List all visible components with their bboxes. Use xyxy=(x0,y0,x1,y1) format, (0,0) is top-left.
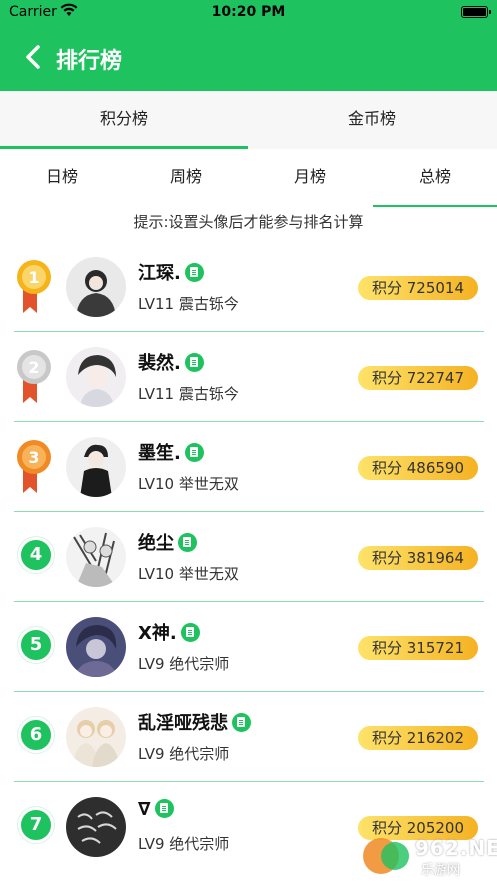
tab-daily[interactable]: 日榜 xyxy=(0,149,124,207)
note-icon xyxy=(184,443,204,462)
user-name: 墨笙. xyxy=(138,439,204,465)
tab-monthly[interactable]: 月榜 xyxy=(248,149,372,207)
avatar[interactable] xyxy=(66,347,126,407)
rank-number: 5 xyxy=(18,627,54,663)
watermark-text: 962.NET xyxy=(415,836,497,860)
nav-bar: 排行榜 xyxy=(0,26,497,91)
score-badge: 积分 486590 xyxy=(357,456,478,480)
list-item[interactable]: 3 墨笙. LV10 举世无双 积分 486590 xyxy=(14,423,484,512)
note-icon xyxy=(178,533,197,552)
hint-text: 提示:设置头像后才能参与排名计算 xyxy=(133,213,364,231)
user-level: LV11 震古铄今 xyxy=(138,295,239,313)
tab-total[interactable]: 总榜 xyxy=(373,149,497,207)
note-icon xyxy=(184,353,204,372)
note-icon xyxy=(180,623,200,642)
gold-medal-icon: 1 xyxy=(17,260,51,313)
user-name: X神. xyxy=(138,619,200,645)
avatar[interactable] xyxy=(66,437,126,497)
user-name: ∇ xyxy=(138,799,174,820)
avatar[interactable] xyxy=(66,707,126,767)
user-name: 裴然. xyxy=(138,349,204,375)
watermark-subtext: 乐游网 xyxy=(421,863,461,878)
list-item[interactable]: 5 X神. LV9 绝代宗师 积分 315721 xyxy=(14,603,484,692)
note-icon xyxy=(232,713,251,732)
watermark-logo: 962.NET 乐游网 xyxy=(359,835,497,878)
list-item[interactable]: 2 裴然. LV11 震古铄今 积分 722747 xyxy=(14,333,484,422)
status-time: 10:20 PM xyxy=(211,4,286,20)
note-icon xyxy=(184,263,204,282)
svg-text:3: 3 xyxy=(28,448,39,467)
rank-number: 4 xyxy=(18,537,54,573)
tab-points[interactable]: 积分榜 xyxy=(0,91,248,149)
avatar[interactable] xyxy=(66,797,126,857)
avatar[interactable] xyxy=(66,527,126,587)
status-bar: Carrier 10:20 PM xyxy=(0,0,497,26)
score-badge: 积分 722747 xyxy=(357,366,478,390)
period-tabs: 日榜 周榜 月榜 总榜 xyxy=(0,149,497,207)
bronze-medal-icon: 3 xyxy=(17,440,51,493)
user-name: 绝尘 xyxy=(138,529,197,555)
user-level: LV9 绝代宗师 xyxy=(138,745,230,763)
note-icon xyxy=(154,799,174,818)
user-level: LV9 绝代宗师 xyxy=(138,835,230,853)
rank-number: 6 xyxy=(18,717,54,753)
user-level: LV11 震古铄今 xyxy=(138,385,239,403)
back-arrow-icon[interactable] xyxy=(22,44,44,70)
score-badge: 积分 315721 xyxy=(357,636,478,660)
user-name: 江琛. xyxy=(138,259,204,285)
svg-text:2: 2 xyxy=(28,358,39,377)
list-item[interactable]: 6 乱淫哑残悲 LV9 绝代宗师 积分 216202 xyxy=(14,693,484,782)
rank-number: 7 xyxy=(18,807,54,843)
user-name: 乱淫哑残悲 xyxy=(138,709,251,735)
avatar[interactable] xyxy=(66,257,126,317)
score-badge: 积分 725014 xyxy=(357,276,478,300)
battery-icon xyxy=(461,6,491,18)
page-title: 排行榜 xyxy=(56,49,123,74)
tab-coins[interactable]: 金币榜 xyxy=(248,91,496,149)
avatar[interactable] xyxy=(66,617,126,677)
user-level: LV10 举世无双 xyxy=(138,475,239,493)
tab-weekly[interactable]: 周榜 xyxy=(124,149,248,207)
score-badge: 积分 216202 xyxy=(357,726,478,750)
user-level: LV10 举世无双 xyxy=(138,565,239,583)
score-badge: 积分 381964 xyxy=(357,546,478,570)
user-level: LV9 绝代宗师 xyxy=(138,655,230,673)
list-item[interactable]: 4 绝尘 LV10 举世无双 积分 381964 xyxy=(14,513,484,602)
svg-text:1: 1 xyxy=(28,268,39,287)
list-item[interactable]: 1 江琛. LV11 震古铄今 积分 725014 xyxy=(14,243,484,332)
watermark-icon xyxy=(363,838,409,874)
silver-medal-icon: 2 xyxy=(17,350,51,403)
primary-tabs: 积分榜 金币榜 xyxy=(0,91,497,149)
